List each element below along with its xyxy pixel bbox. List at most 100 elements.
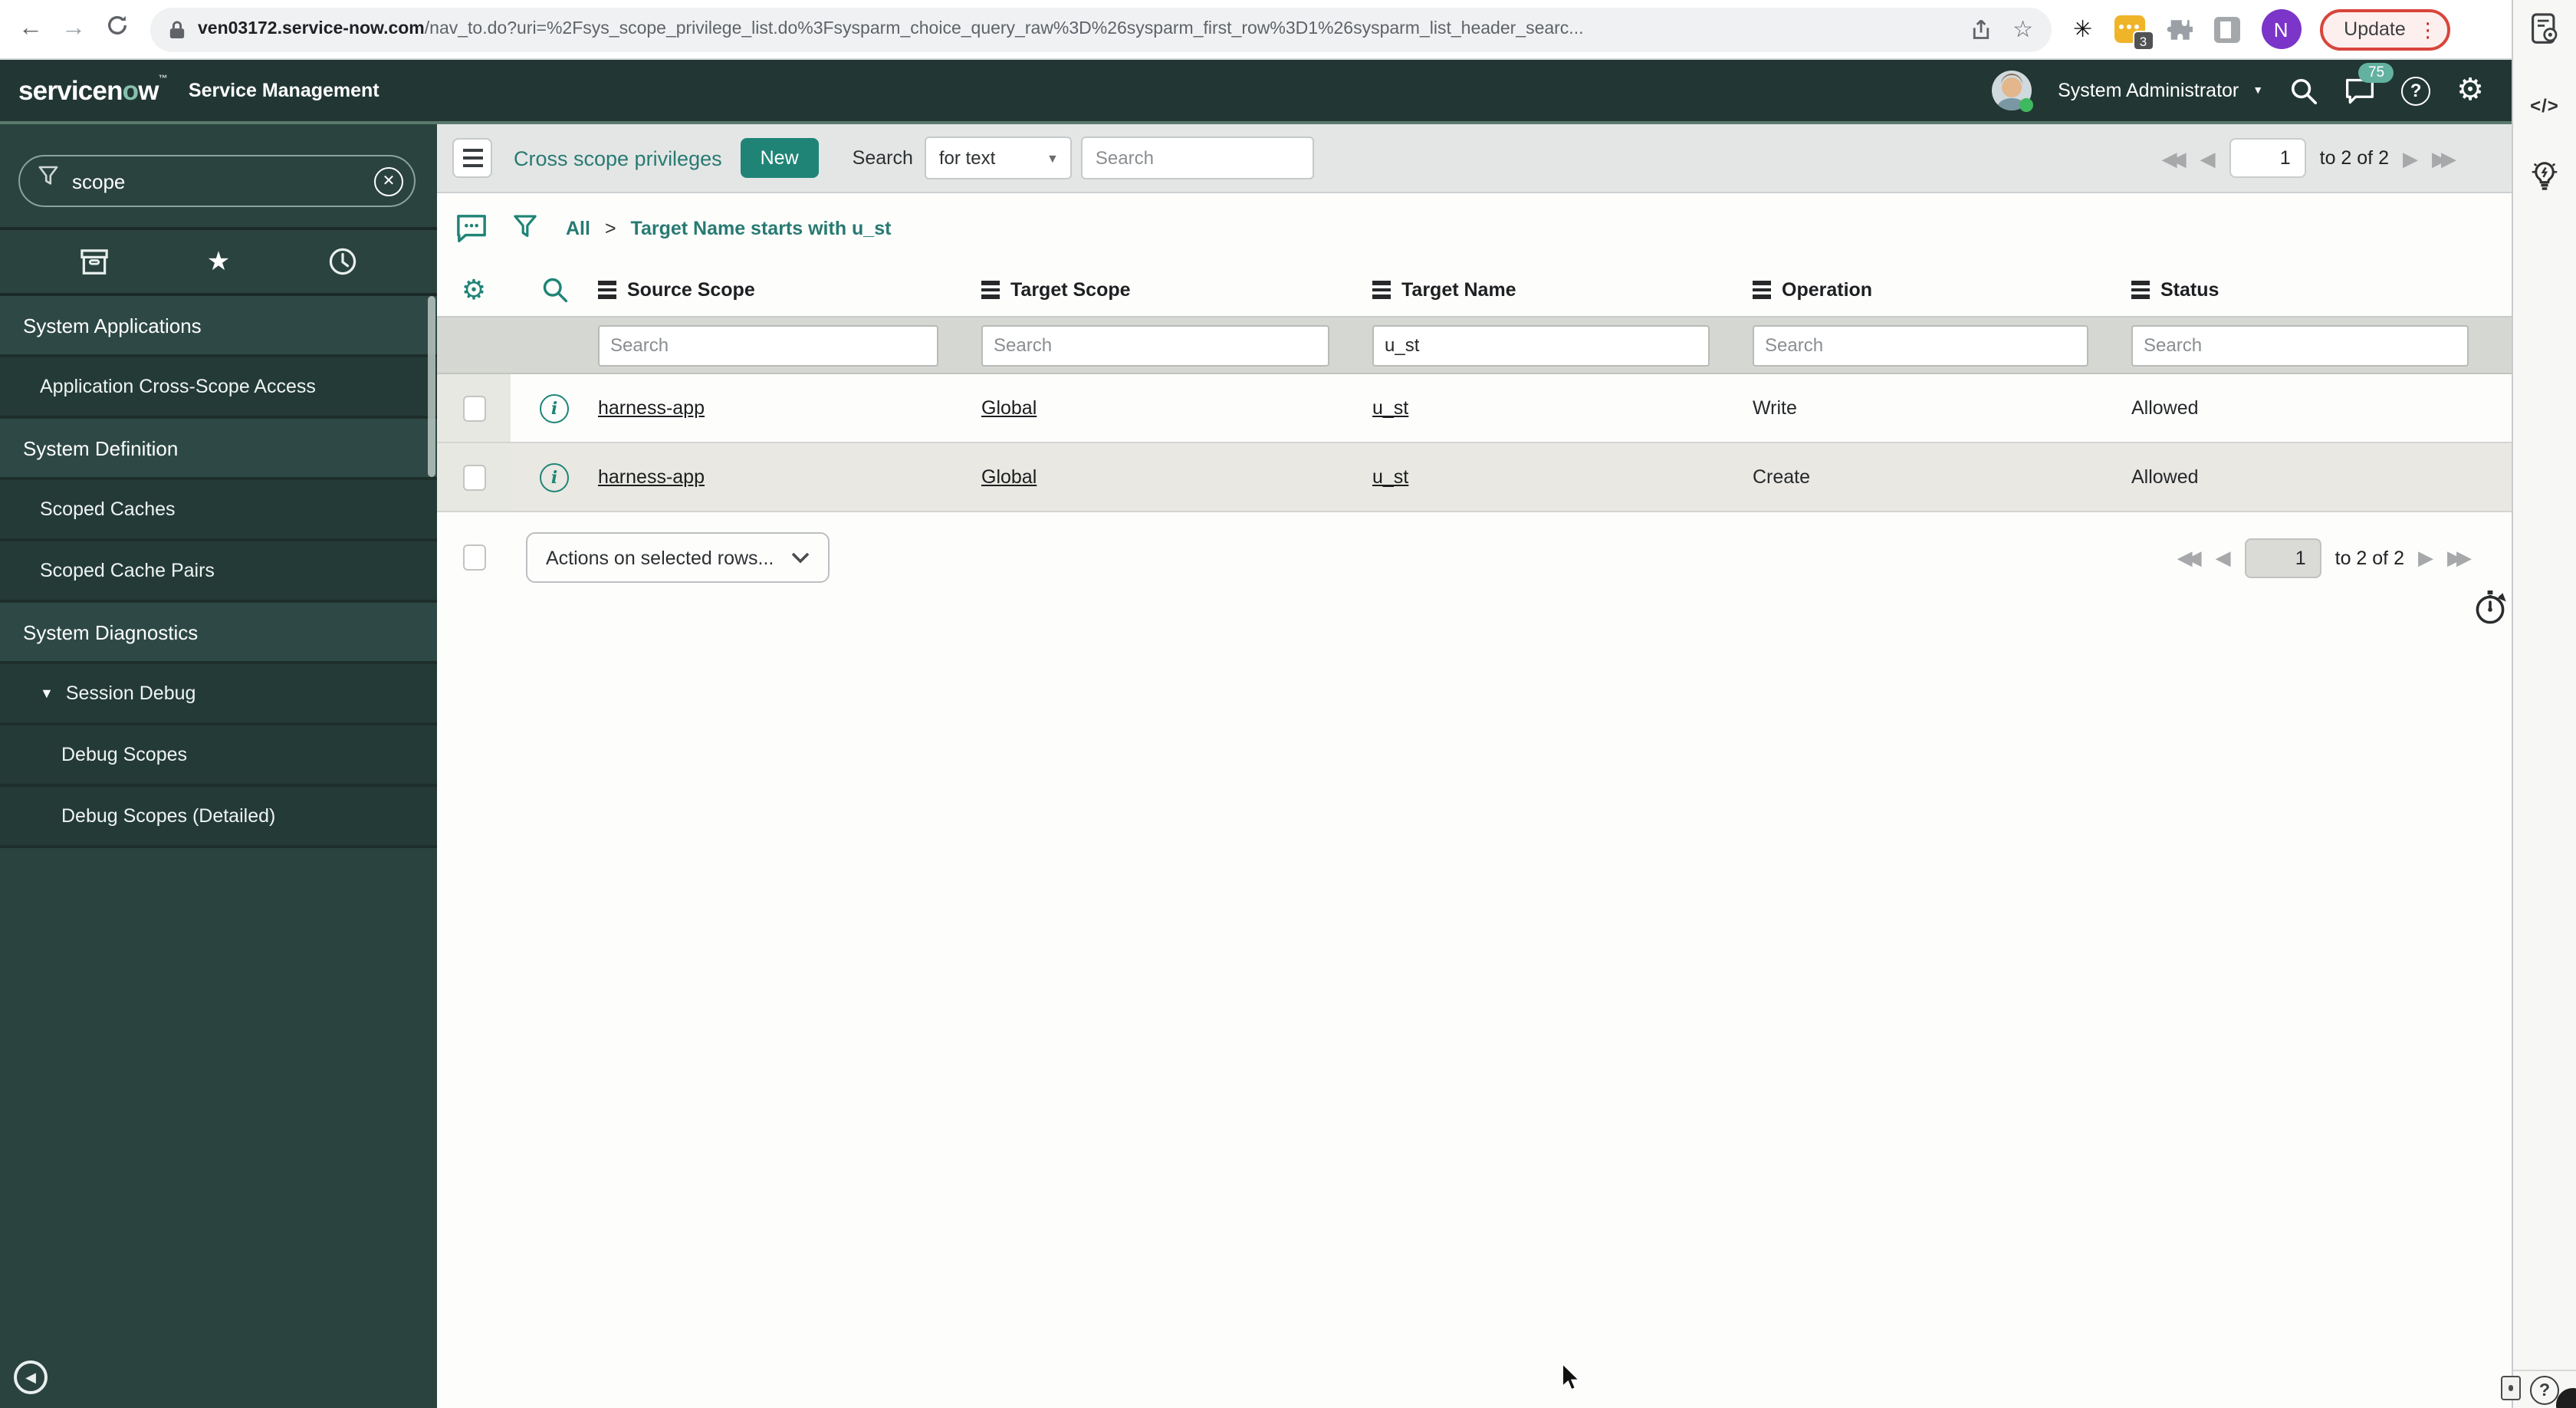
row-checkbox[interactable]: [462, 464, 485, 490]
browser-profile-avatar[interactable]: N: [2261, 9, 2302, 49]
nav-section-system-definition[interactable]: System Definition: [0, 419, 437, 480]
page-number-input[interactable]: [2229, 138, 2306, 178]
extensions-puzzle-icon[interactable]: [2166, 16, 2193, 42]
app-header: servicenow™ Service Management System Ad…: [0, 60, 2512, 124]
extension-notes-icon[interactable]: 3: [2114, 15, 2154, 51]
idea-lightbulb-icon[interactable]: [2513, 158, 2576, 193]
list-settings-gear-icon[interactable]: ⚙: [437, 276, 511, 304]
cell-target-name-link[interactable]: u_st: [1372, 397, 1408, 419]
column-header-row: ⚙ Source Scope Target Scope Target Name …: [437, 264, 2512, 317]
sidebar-scrollbar[interactable]: [428, 296, 435, 477]
clear-filter-icon[interactable]: ✕: [374, 166, 403, 196]
actions-dropdown[interactable]: Actions on selected rows...: [526, 532, 830, 583]
back-icon[interactable]: ←: [9, 15, 52, 43]
last-page-icon[interactable]: ▶▶: [2432, 148, 2456, 168]
last-page-icon[interactable]: ▶▶: [2447, 548, 2472, 567]
breadcrumb-all-link[interactable]: All: [566, 218, 590, 239]
column-header-target-name[interactable]: Target Name: [1372, 279, 1753, 301]
breadcrumb-filter-link[interactable]: Target Name starts with u_st: [631, 218, 892, 239]
list-filter-icon[interactable]: [514, 215, 537, 242]
app-title: Service Management: [188, 80, 380, 101]
search-type-select[interactable]: for text ▼: [925, 137, 1073, 179]
tab-all-applications-icon[interactable]: [80, 248, 109, 275]
resize-grip-icon[interactable]: [2501, 1376, 2521, 1400]
forward-icon[interactable]: →: [52, 15, 95, 43]
previous-page-icon[interactable]: ◀: [2216, 548, 2231, 567]
column-header-status[interactable]: Status: [2131, 279, 2512, 301]
column-menu-icon[interactable]: [1753, 281, 1771, 299]
row-checkbox[interactable]: [462, 395, 485, 421]
select-all-checkbox[interactable]: [463, 544, 486, 571]
collapse-navigator-button[interactable]: ◀: [14, 1360, 48, 1394]
settings-gear-icon[interactable]: ⚙: [2456, 75, 2484, 106]
nav-section-system-diagnostics[interactable]: System Diagnostics: [0, 603, 437, 664]
cell-target-scope-link[interactable]: Global: [981, 466, 1037, 488]
list-actions-row: Actions on selected rows... ◀◀ ◀ to 2 of…: [437, 532, 2512, 583]
nav-item-scoped-caches[interactable]: Scoped Caches: [0, 480, 437, 541]
list-menu-icon[interactable]: [452, 138, 492, 178]
extension-burst-icon[interactable]: ✳: [2073, 15, 2092, 43]
nav-item-debug-scopes[interactable]: Debug Scopes: [0, 725, 437, 787]
side-panel-icon[interactable]: [2213, 16, 2240, 42]
bookmark-star-icon[interactable]: ☆: [2013, 15, 2033, 43]
cell-source-scope-link[interactable]: harness-app: [598, 466, 705, 488]
cell-target-name-link[interactable]: u_st: [1372, 466, 1408, 488]
list-title-link[interactable]: Cross scope privileges: [514, 146, 722, 169]
cell-target-scope-link[interactable]: Global: [981, 397, 1037, 419]
address-bar[interactable]: ven03172.service-now.com/nav_to.do?uri=%…: [150, 7, 2052, 51]
column-menu-icon[interactable]: [2131, 281, 2150, 299]
nav-item-application-cross-scope-access[interactable]: Application Cross-Scope Access: [0, 357, 437, 419]
tab-history-icon[interactable]: [328, 247, 357, 276]
filter-status-input[interactable]: [2131, 324, 2469, 366]
info-icon[interactable]: i: [540, 462, 569, 492]
next-page-icon[interactable]: ▶: [2403, 148, 2418, 168]
global-search-icon[interactable]: [2289, 76, 2318, 105]
cell-source-scope-link[interactable]: harness-app: [598, 397, 705, 419]
browser-menu-dots-icon[interactable]: ⋮: [2418, 19, 2438, 39]
filter-funnel-icon: [38, 166, 58, 196]
app-navigator: scope ✕ ★ System Applications Applicatio…: [0, 124, 437, 1408]
first-page-icon[interactable]: ◀◀: [2177, 548, 2202, 567]
expanded-caret-icon[interactable]: ▼: [40, 686, 54, 701]
column-header-target-scope[interactable]: Target Scope: [981, 279, 1372, 301]
page-preview-icon[interactable]: [2513, 12, 2576, 46]
conversations-icon[interactable]: 75: [2344, 62, 2394, 105]
user-name[interactable]: System Administrator: [2058, 80, 2239, 101]
column-menu-icon[interactable]: [1372, 281, 1391, 299]
column-menu-icon[interactable]: [598, 281, 616, 299]
column-header-operation[interactable]: Operation: [1753, 279, 2131, 301]
info-icon[interactable]: i: [540, 393, 569, 423]
user-avatar[interactable]: [1992, 71, 2034, 112]
filter-source-scope-input[interactable]: [598, 324, 938, 366]
nav-item-scoped-cache-pairs[interactable]: Scoped Cache Pairs: [0, 541, 437, 603]
nav-item-debug-scopes-detailed[interactable]: Debug Scopes (Detailed): [0, 787, 437, 848]
browser-update-button[interactable]: Update ⋮: [2319, 8, 2450, 50]
nav-item-session-debug[interactable]: ▼ Session Debug: [0, 664, 437, 725]
first-page-icon[interactable]: ◀◀: [2162, 148, 2187, 168]
filter-target-name-input[interactable]: [1372, 324, 1710, 366]
column-menu-icon[interactable]: [981, 281, 1000, 299]
nav-section-system-applications[interactable]: System Applications: [0, 296, 437, 357]
next-page-icon[interactable]: ▶: [2418, 548, 2433, 567]
column-header-source-scope[interactable]: Source Scope: [598, 279, 981, 301]
response-time-icon[interactable]: [2473, 589, 2507, 633]
help-icon[interactable]: ?: [2401, 76, 2431, 105]
column-search-toggle-icon[interactable]: [511, 276, 598, 304]
code-panel-icon[interactable]: </>: [2513, 95, 2576, 117]
reload-icon[interactable]: [95, 14, 138, 44]
list-chat-icon[interactable]: [455, 213, 488, 244]
filter-operation-input[interactable]: [1753, 324, 2088, 366]
tab-favorites-icon[interactable]: ★: [207, 248, 231, 275]
user-menu-caret-icon[interactable]: ▼: [2252, 85, 2263, 96]
previous-page-icon[interactable]: ◀: [2200, 148, 2216, 168]
navigator-filter-value[interactable]: scope: [72, 169, 374, 192]
page-number-input[interactable]: [2244, 538, 2321, 577]
row-range-label: to 2 of 2: [2334, 547, 2404, 568]
list-search-input[interactable]: [1081, 137, 1315, 179]
share-icon[interactable]: [1970, 18, 1991, 41]
breadcrumb-row: All > Target Name starts with u_st: [437, 193, 2512, 264]
new-button[interactable]: New: [740, 138, 819, 178]
extensions-area: ✳ 3 N: [2073, 9, 2302, 51]
filter-target-scope-input[interactable]: [981, 324, 1329, 366]
navigator-filter-box[interactable]: scope ✕: [18, 155, 416, 207]
